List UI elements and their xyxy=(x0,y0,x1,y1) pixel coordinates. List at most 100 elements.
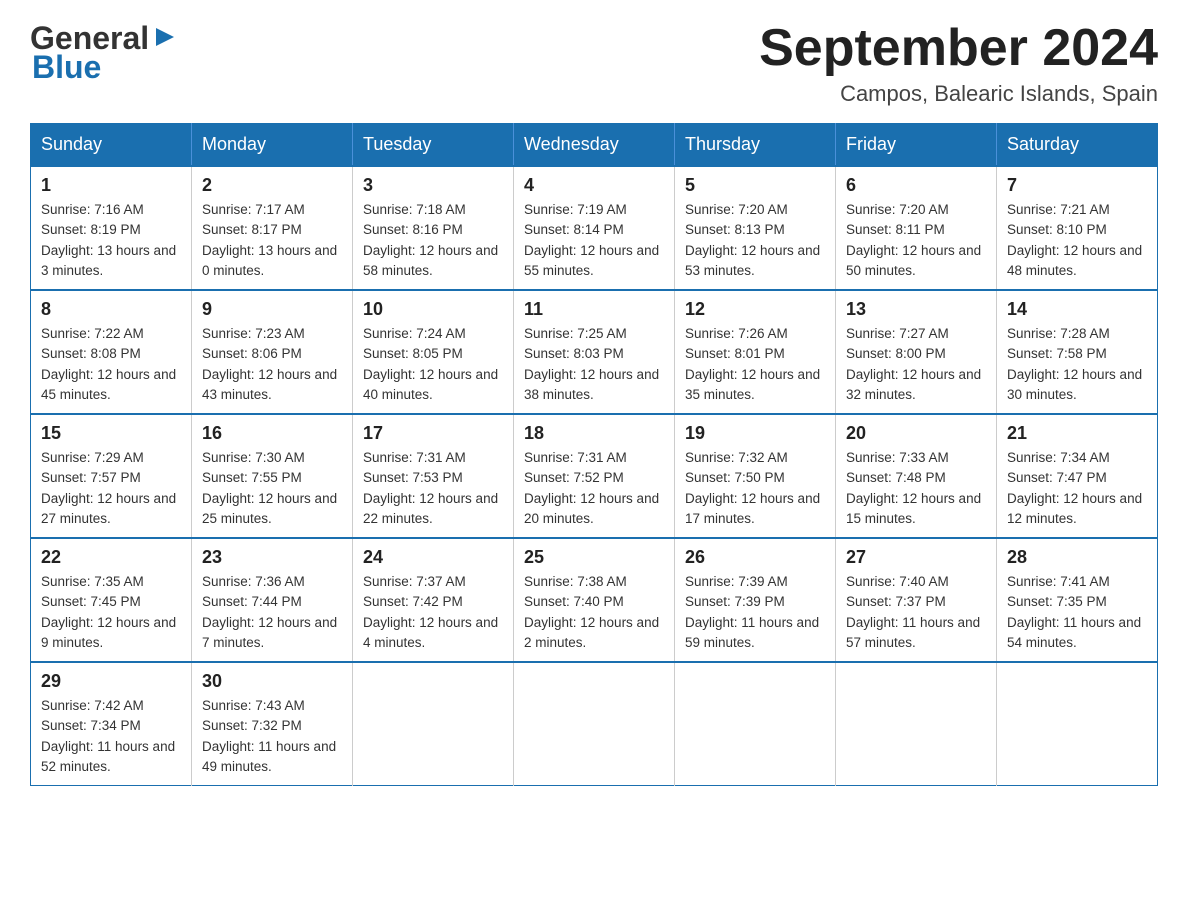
calendar-cell-w2-d2: 9 Sunrise: 7:23 AMSunset: 8:06 PMDayligh… xyxy=(192,290,353,414)
day-number: 3 xyxy=(363,175,503,196)
calendar-cell-w5-d7 xyxy=(997,662,1158,786)
day-info: Sunrise: 7:18 AMSunset: 8:16 PMDaylight:… xyxy=(363,200,503,281)
calendar-cell-w1-d2: 2 Sunrise: 7:17 AMSunset: 8:17 PMDayligh… xyxy=(192,166,353,290)
calendar-cell-w3-d5: 19 Sunrise: 7:32 AMSunset: 7:50 PMDaylig… xyxy=(675,414,836,538)
calendar-cell-w3-d4: 18 Sunrise: 7:31 AMSunset: 7:52 PMDaylig… xyxy=(514,414,675,538)
day-number: 26 xyxy=(685,547,825,568)
day-number: 8 xyxy=(41,299,181,320)
calendar-cell-w2-d3: 10 Sunrise: 7:24 AMSunset: 8:05 PMDaylig… xyxy=(353,290,514,414)
day-info: Sunrise: 7:34 AMSunset: 7:47 PMDaylight:… xyxy=(1007,448,1147,529)
day-info: Sunrise: 7:25 AMSunset: 8:03 PMDaylight:… xyxy=(524,324,664,405)
calendar-header: Sunday Monday Tuesday Wednesday Thursday… xyxy=(31,124,1158,167)
day-number: 23 xyxy=(202,547,342,568)
calendar-cell-w2-d4: 11 Sunrise: 7:25 AMSunset: 8:03 PMDaylig… xyxy=(514,290,675,414)
day-info: Sunrise: 7:28 AMSunset: 7:58 PMDaylight:… xyxy=(1007,324,1147,405)
day-info: Sunrise: 7:24 AMSunset: 8:05 PMDaylight:… xyxy=(363,324,503,405)
day-info: Sunrise: 7:23 AMSunset: 8:06 PMDaylight:… xyxy=(202,324,342,405)
calendar-cell-w3-d6: 20 Sunrise: 7:33 AMSunset: 7:48 PMDaylig… xyxy=(836,414,997,538)
calendar-cell-w4-d3: 24 Sunrise: 7:37 AMSunset: 7:42 PMDaylig… xyxy=(353,538,514,662)
day-info: Sunrise: 7:16 AMSunset: 8:19 PMDaylight:… xyxy=(41,200,181,281)
day-number: 20 xyxy=(846,423,986,444)
day-number: 19 xyxy=(685,423,825,444)
day-number: 16 xyxy=(202,423,342,444)
col-tuesday: Tuesday xyxy=(353,124,514,167)
day-number: 25 xyxy=(524,547,664,568)
week-row-4: 22 Sunrise: 7:35 AMSunset: 7:45 PMDaylig… xyxy=(31,538,1158,662)
day-info: Sunrise: 7:26 AMSunset: 8:01 PMDaylight:… xyxy=(685,324,825,405)
calendar-cell-w3-d3: 17 Sunrise: 7:31 AMSunset: 7:53 PMDaylig… xyxy=(353,414,514,538)
calendar-body: 1 Sunrise: 7:16 AMSunset: 8:19 PMDayligh… xyxy=(31,166,1158,786)
calendar-cell-w4-d1: 22 Sunrise: 7:35 AMSunset: 7:45 PMDaylig… xyxy=(31,538,192,662)
day-number: 11 xyxy=(524,299,664,320)
calendar-cell-w1-d3: 3 Sunrise: 7:18 AMSunset: 8:16 PMDayligh… xyxy=(353,166,514,290)
calendar-cell-w5-d2: 30 Sunrise: 7:43 AMSunset: 7:32 PMDaylig… xyxy=(192,662,353,786)
col-saturday: Saturday xyxy=(997,124,1158,167)
month-title: September 2024 xyxy=(759,20,1158,77)
day-number: 6 xyxy=(846,175,986,196)
day-number: 4 xyxy=(524,175,664,196)
day-number: 9 xyxy=(202,299,342,320)
day-info: Sunrise: 7:20 AMSunset: 8:11 PMDaylight:… xyxy=(846,200,986,281)
page-header: General Blue September 2024 Campos, Bale… xyxy=(30,20,1158,107)
day-info: Sunrise: 7:39 AMSunset: 7:39 PMDaylight:… xyxy=(685,572,825,653)
day-number: 28 xyxy=(1007,547,1147,568)
day-number: 7 xyxy=(1007,175,1147,196)
calendar-cell-w3-d2: 16 Sunrise: 7:30 AMSunset: 7:55 PMDaylig… xyxy=(192,414,353,538)
calendar-cell-w3-d1: 15 Sunrise: 7:29 AMSunset: 7:57 PMDaylig… xyxy=(31,414,192,538)
col-friday: Friday xyxy=(836,124,997,167)
logo-blue: Blue xyxy=(32,49,101,86)
header-row: Sunday Monday Tuesday Wednesday Thursday… xyxy=(31,124,1158,167)
calendar-cell-w1-d1: 1 Sunrise: 7:16 AMSunset: 8:19 PMDayligh… xyxy=(31,166,192,290)
calendar-cell-w1-d6: 6 Sunrise: 7:20 AMSunset: 8:11 PMDayligh… xyxy=(836,166,997,290)
calendar-cell-w5-d5 xyxy=(675,662,836,786)
calendar-cell-w4-d2: 23 Sunrise: 7:36 AMSunset: 7:44 PMDaylig… xyxy=(192,538,353,662)
day-info: Sunrise: 7:31 AMSunset: 7:53 PMDaylight:… xyxy=(363,448,503,529)
day-info: Sunrise: 7:43 AMSunset: 7:32 PMDaylight:… xyxy=(202,696,342,777)
day-number: 14 xyxy=(1007,299,1147,320)
calendar-cell-w5-d1: 29 Sunrise: 7:42 AMSunset: 7:34 PMDaylig… xyxy=(31,662,192,786)
day-info: Sunrise: 7:41 AMSunset: 7:35 PMDaylight:… xyxy=(1007,572,1147,653)
day-number: 5 xyxy=(685,175,825,196)
week-row-3: 15 Sunrise: 7:29 AMSunset: 7:57 PMDaylig… xyxy=(31,414,1158,538)
title-block: September 2024 Campos, Balearic Islands,… xyxy=(759,20,1158,107)
day-info: Sunrise: 7:33 AMSunset: 7:48 PMDaylight:… xyxy=(846,448,986,529)
location-subtitle: Campos, Balearic Islands, Spain xyxy=(759,81,1158,107)
calendar-cell-w4-d4: 25 Sunrise: 7:38 AMSunset: 7:40 PMDaylig… xyxy=(514,538,675,662)
calendar-cell-w5-d3 xyxy=(353,662,514,786)
day-info: Sunrise: 7:19 AMSunset: 8:14 PMDaylight:… xyxy=(524,200,664,281)
logo-triangle-icon xyxy=(152,24,178,50)
day-info: Sunrise: 7:22 AMSunset: 8:08 PMDaylight:… xyxy=(41,324,181,405)
col-monday: Monday xyxy=(192,124,353,167)
calendar-cell-w5-d4 xyxy=(514,662,675,786)
col-thursday: Thursday xyxy=(675,124,836,167)
day-info: Sunrise: 7:17 AMSunset: 8:17 PMDaylight:… xyxy=(202,200,342,281)
calendar-cell-w1-d4: 4 Sunrise: 7:19 AMSunset: 8:14 PMDayligh… xyxy=(514,166,675,290)
calendar-cell-w2-d6: 13 Sunrise: 7:27 AMSunset: 8:00 PMDaylig… xyxy=(836,290,997,414)
day-number: 24 xyxy=(363,547,503,568)
day-info: Sunrise: 7:32 AMSunset: 7:50 PMDaylight:… xyxy=(685,448,825,529)
calendar-cell-w5-d6 xyxy=(836,662,997,786)
day-number: 2 xyxy=(202,175,342,196)
calendar-cell-w2-d7: 14 Sunrise: 7:28 AMSunset: 7:58 PMDaylig… xyxy=(997,290,1158,414)
day-number: 15 xyxy=(41,423,181,444)
calendar-cell-w2-d1: 8 Sunrise: 7:22 AMSunset: 8:08 PMDayligh… xyxy=(31,290,192,414)
logo: General Blue xyxy=(30,20,178,86)
calendar-cell-w4-d7: 28 Sunrise: 7:41 AMSunset: 7:35 PMDaylig… xyxy=(997,538,1158,662)
week-row-2: 8 Sunrise: 7:22 AMSunset: 8:08 PMDayligh… xyxy=(31,290,1158,414)
calendar-cell-w4-d5: 26 Sunrise: 7:39 AMSunset: 7:39 PMDaylig… xyxy=(675,538,836,662)
week-row-1: 1 Sunrise: 7:16 AMSunset: 8:19 PMDayligh… xyxy=(31,166,1158,290)
day-info: Sunrise: 7:36 AMSunset: 7:44 PMDaylight:… xyxy=(202,572,342,653)
calendar-cell-w4-d6: 27 Sunrise: 7:40 AMSunset: 7:37 PMDaylig… xyxy=(836,538,997,662)
calendar-cell-w1-d7: 7 Sunrise: 7:21 AMSunset: 8:10 PMDayligh… xyxy=(997,166,1158,290)
day-number: 10 xyxy=(363,299,503,320)
calendar-cell-w3-d7: 21 Sunrise: 7:34 AMSunset: 7:47 PMDaylig… xyxy=(997,414,1158,538)
day-info: Sunrise: 7:31 AMSunset: 7:52 PMDaylight:… xyxy=(524,448,664,529)
day-number: 12 xyxy=(685,299,825,320)
col-wednesday: Wednesday xyxy=(514,124,675,167)
day-number: 17 xyxy=(363,423,503,444)
calendar-table: Sunday Monday Tuesday Wednesday Thursday… xyxy=(30,123,1158,786)
day-info: Sunrise: 7:40 AMSunset: 7:37 PMDaylight:… xyxy=(846,572,986,653)
day-info: Sunrise: 7:42 AMSunset: 7:34 PMDaylight:… xyxy=(41,696,181,777)
calendar-cell-w1-d5: 5 Sunrise: 7:20 AMSunset: 8:13 PMDayligh… xyxy=(675,166,836,290)
day-number: 30 xyxy=(202,671,342,692)
